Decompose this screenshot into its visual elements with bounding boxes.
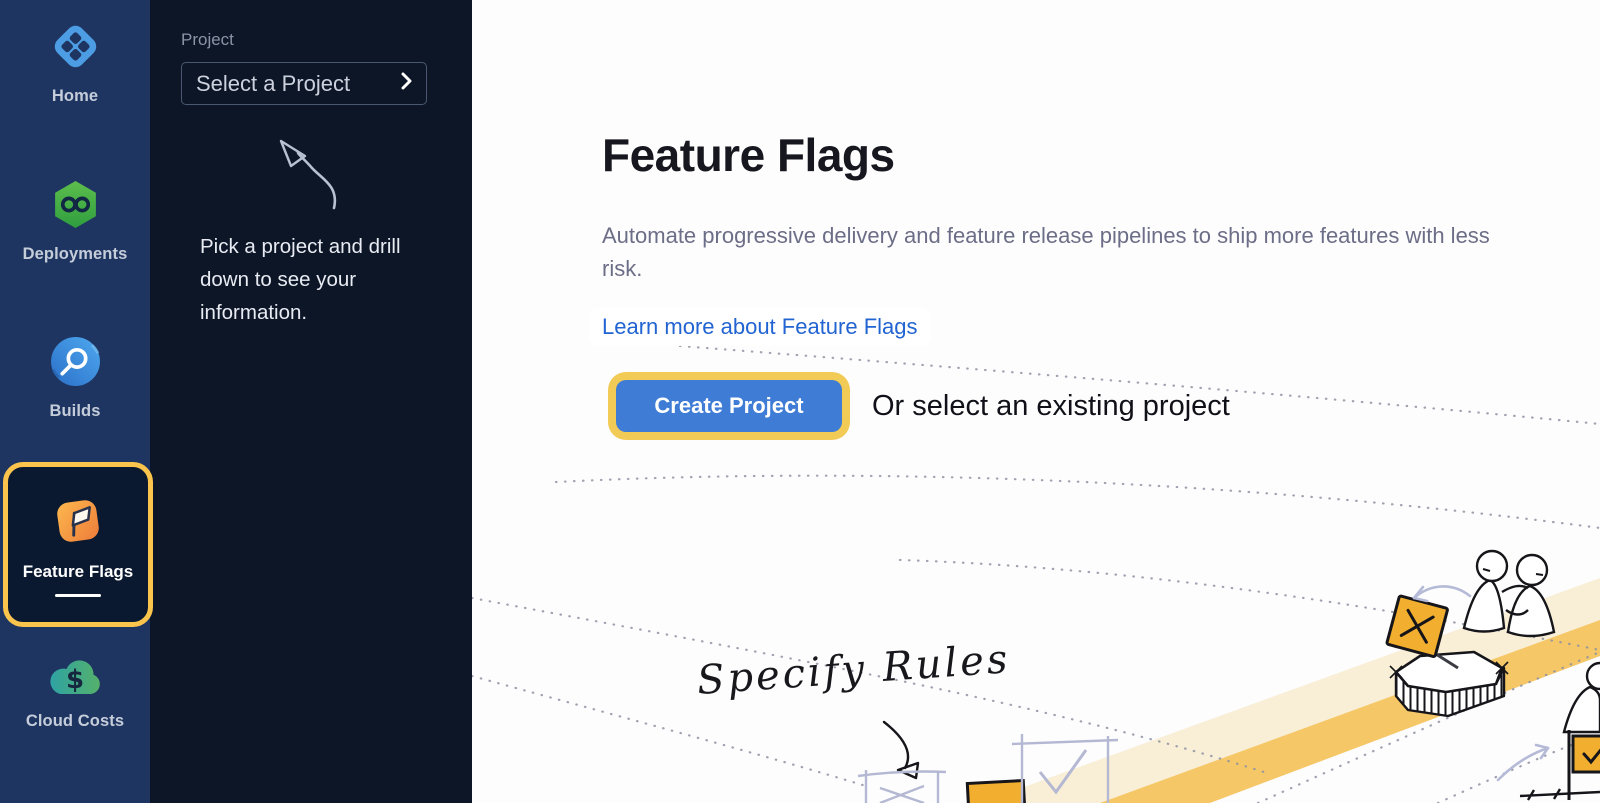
sidebar-item-label: Deployments — [23, 245, 128, 264]
nav-rail: Home Deployments — [0, 0, 150, 803]
cloud-costs-icon: $ — [47, 656, 103, 703]
cta-row: Create Project Or select an existing pro… — [602, 368, 1230, 444]
feature-flags-icon — [50, 493, 106, 554]
deployments-icon — [49, 178, 102, 236]
sidebar-item-home[interactable]: Home — [0, 20, 150, 106]
project-selector[interactable]: Select a Project — [181, 62, 427, 105]
page-title: Feature Flags — [602, 128, 895, 182]
sidebar-item-feature-flags[interactable]: Feature Flags — [3, 462, 153, 627]
checkbox-x-doodle — [858, 770, 946, 803]
doodle-arrow-icon — [270, 130, 360, 227]
sidebar-item-label: Feature Flags — [23, 562, 134, 582]
sidebar-item-deployments[interactable]: Deployments — [0, 178, 150, 264]
home-icon — [49, 20, 102, 78]
create-project-button[interactable]: Create Project — [616, 380, 842, 432]
path-band-pale — [980, 578, 1600, 803]
curved-arrow-icon — [1414, 586, 1470, 601]
or-select-text: Or select an existing project — [872, 390, 1230, 423]
sidebar-item-label: Cloud Costs — [26, 712, 124, 731]
project-label: Project — [181, 30, 234, 50]
checkbox-check-doodle — [1012, 734, 1118, 803]
platform-doodle — [1390, 644, 1508, 716]
project-selector-value: Select a Project — [196, 71, 350, 97]
check-flag-doodle — [1520, 663, 1600, 800]
page-description: Automate progressive delivery and featur… — [602, 219, 1536, 285]
learn-more-link[interactable]: Learn more about Feature Flags — [589, 308, 931, 346]
down-arrow-doodle — [884, 722, 918, 778]
sidebar-item-builds[interactable]: Builds — [0, 335, 150, 421]
mini-flag-doodle — [967, 781, 1025, 803]
dollar-glyph: $ — [66, 665, 84, 695]
project-hint-text: Pick a project and drill down to see you… — [200, 230, 414, 329]
up-arrow-icon — [1498, 745, 1548, 780]
project-panel: Project Select a Project Pick a project … — [150, 0, 472, 803]
sidebar-item-cloud-costs[interactable]: $ Cloud Costs — [0, 656, 150, 731]
sidebar-item-label: Builds — [49, 402, 100, 421]
path-band — [1100, 620, 1600, 803]
sidebar-item-label: Home — [52, 87, 98, 106]
chevron-right-icon — [401, 72, 412, 95]
selected-indicator — [55, 594, 101, 597]
specify-rules-caption: Specify Rules — [695, 636, 1011, 704]
x-flag-doodle — [1387, 596, 1448, 657]
people-doodle — [1464, 551, 1554, 636]
feature-flags-page: Specify Rules — [472, 0, 1600, 803]
builds-icon — [49, 335, 102, 393]
